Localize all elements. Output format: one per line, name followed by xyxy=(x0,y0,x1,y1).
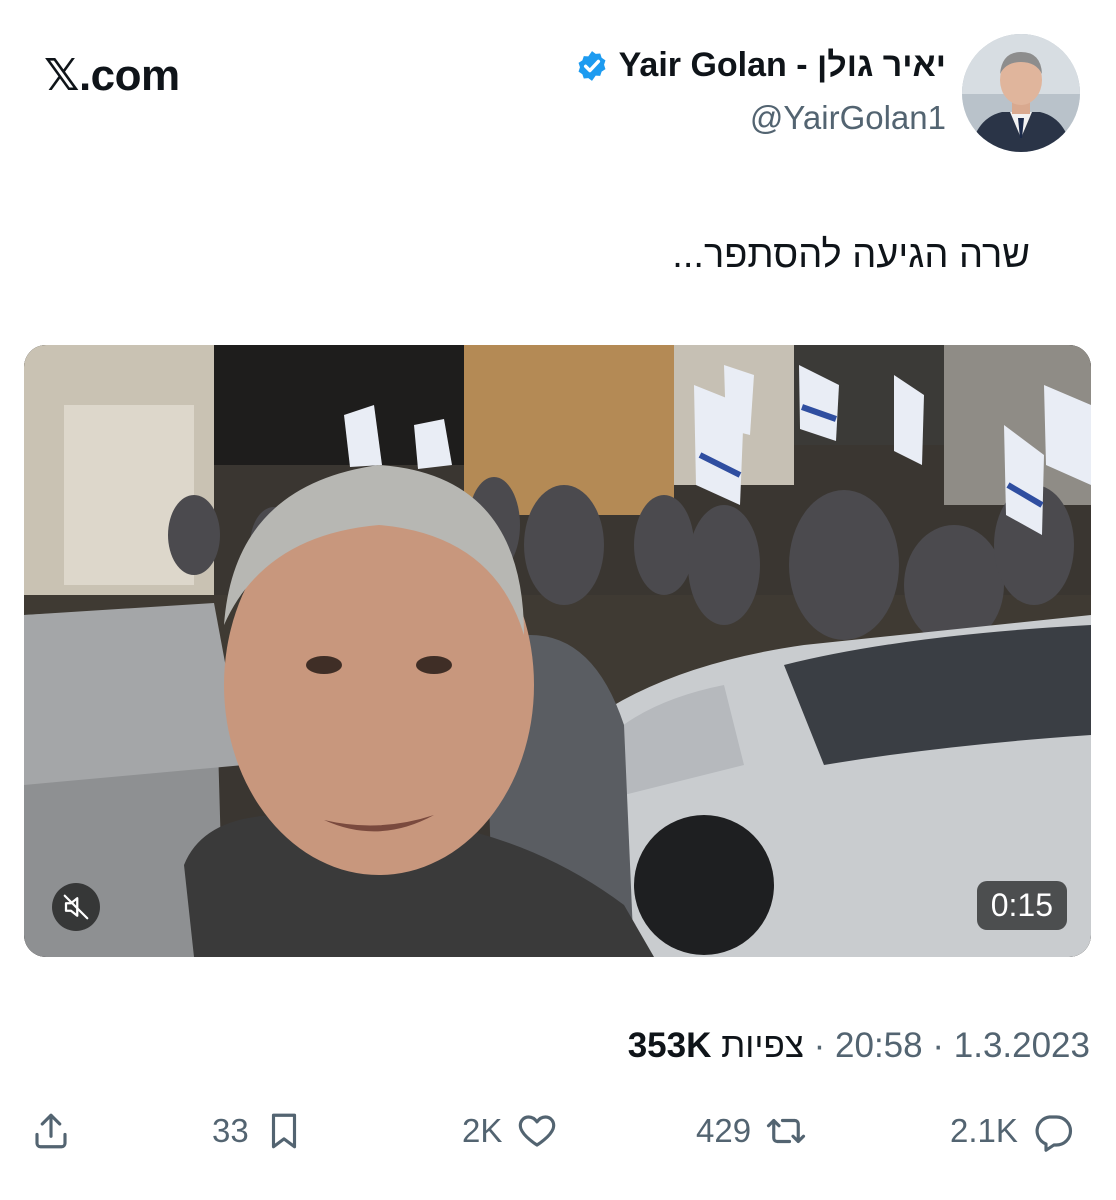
tweet-actions: 33 2K 429 2.1K xyxy=(0,1110,1116,1170)
retweet-button[interactable]: 429 xyxy=(696,1110,807,1152)
meta-separator: · xyxy=(813,1026,826,1065)
tweet-author[interactable]: Yair Golan - יאיר גולן @YairGolan1 xyxy=(575,46,946,137)
views-label: צפיות xyxy=(721,1026,804,1065)
x-logo[interactable]: 𝕏.com xyxy=(44,50,180,101)
heart-icon xyxy=(519,1115,556,1147)
views-count: 353K xyxy=(627,1026,712,1065)
share-button[interactable] xyxy=(30,1110,72,1152)
video-frame xyxy=(24,345,1091,957)
retweet-count: 429 xyxy=(696,1112,752,1149)
tweet-date[interactable]: 1.3.2023 xyxy=(954,1026,1090,1065)
tweet-meta: 1.3.2023 · 20:58 · צפיות 353K xyxy=(628,1026,1090,1066)
like-button[interactable]: 2K xyxy=(462,1110,558,1152)
x-logo-suffix: .com xyxy=(78,51,180,100)
video-player[interactable]: 0:15 xyxy=(24,345,1091,957)
bookmark-count: 33 xyxy=(212,1112,249,1149)
bookmark-icon xyxy=(271,1113,296,1149)
tweet-text: שרה הגיעה להסתפר... xyxy=(672,234,1030,276)
video-duration: 0:15 xyxy=(976,881,1067,930)
x-logo-mark: 𝕏 xyxy=(44,50,79,101)
reply-icon xyxy=(1035,1115,1072,1152)
meta-separator: · xyxy=(932,1026,945,1065)
reply-button[interactable]: 2.1K xyxy=(950,1110,1074,1152)
bookmark-button[interactable]: 33 xyxy=(212,1110,305,1152)
author-display-name[interactable]: Yair Golan - יאיר גולן xyxy=(619,46,946,85)
reply-count: 2.1K xyxy=(950,1112,1018,1149)
like-count: 2K xyxy=(462,1112,503,1149)
avatar-image xyxy=(962,34,1080,152)
speaker-muted-icon xyxy=(63,894,89,920)
verified-badge-icon xyxy=(578,50,606,81)
mute-toggle-button[interactable] xyxy=(52,883,100,931)
retweet-icon xyxy=(766,1118,806,1144)
share-icon xyxy=(35,1113,67,1149)
author-avatar[interactable] xyxy=(962,34,1080,152)
author-handle[interactable]: @YairGolan1 xyxy=(575,99,946,137)
tweet-time[interactable]: 20:58 xyxy=(835,1026,923,1065)
